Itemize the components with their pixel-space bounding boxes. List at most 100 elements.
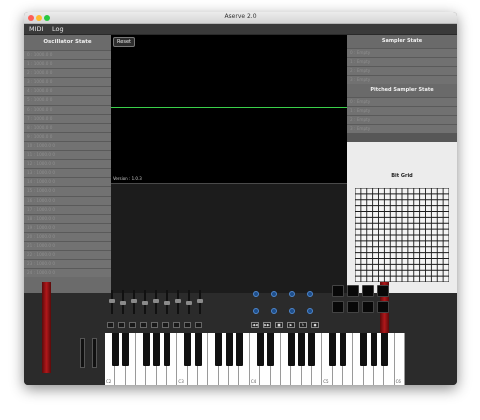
rotary-knob[interactable]: [253, 291, 259, 297]
oscilloscope-display: Reset Version : 1.0.3: [111, 35, 347, 183]
pitched-sampler-state-title: Pitched Sampler State: [347, 84, 457, 97]
rotary-knob[interactable]: [253, 308, 259, 314]
oscillator-row: 3 : 1000.0 0: [24, 77, 111, 87]
fader-handle[interactable]: [164, 301, 170, 305]
piano-black-key[interactable]: [236, 333, 243, 366]
channel-button[interactable]: [107, 322, 114, 328]
channel-button[interactable]: [173, 322, 180, 328]
piano-black-key[interactable]: [329, 333, 336, 366]
transport-button[interactable]: ▶▶: [263, 322, 271, 328]
piano-black-key[interactable]: [287, 333, 295, 366]
piano-black-key[interactable]: [298, 333, 305, 366]
fader-handle[interactable]: [109, 299, 115, 303]
oscillator-row: 22 : 1000.0 0: [24, 250, 111, 260]
visualizer-panel: [111, 183, 347, 294]
fader-handle[interactable]: [186, 301, 192, 305]
piano-black-key[interactable]: [194, 333, 202, 366]
piano-black-key[interactable]: [308, 333, 316, 366]
channel-button[interactable]: [129, 322, 136, 328]
piano-black-key[interactable]: [380, 333, 388, 366]
pitched-sampler-list: 0 : Empty 1 : Empty 2 : Empty 3 : Empty: [347, 97, 457, 133]
drum-pad[interactable]: [347, 285, 359, 297]
drum-pad[interactable]: [362, 301, 374, 313]
piano-black-key[interactable]: [360, 333, 368, 366]
transport-button[interactable]: ↻: [299, 322, 307, 328]
drum-pad[interactable]: [362, 285, 374, 297]
controller-side-panel-left: [42, 282, 51, 373]
fader-handle[interactable]: [175, 299, 181, 303]
fader-handle[interactable]: [142, 301, 148, 305]
channel-button[interactable]: [195, 322, 202, 328]
piano-black-key[interactable]: [256, 333, 264, 366]
bit-grid[interactable]: [355, 188, 449, 282]
piano-black-key[interactable]: [111, 333, 119, 366]
pitched-sampler-row: 1 : Empty: [347, 106, 457, 115]
drum-pad[interactable]: [347, 301, 359, 313]
piano-black-key[interactable]: [122, 333, 130, 366]
piano-black-key[interactable]: [184, 333, 192, 366]
fader-handle[interactable]: [131, 299, 137, 303]
oscillator-row: 24 : 1000.0 0: [24, 268, 111, 278]
octave-label: C5: [323, 379, 329, 384]
oscillator-row: 13 : 1000.0 0: [24, 168, 111, 178]
rotary-knob[interactable]: [271, 308, 277, 314]
piano-black-key[interactable]: [142, 333, 150, 366]
piano-black-key[interactable]: [163, 333, 171, 366]
transport-button[interactable]: ●: [311, 322, 319, 328]
pitch-bend-wheel[interactable]: [80, 338, 85, 368]
piano-white-key[interactable]: [394, 333, 405, 385]
transport-button[interactable]: ◀◀: [251, 322, 259, 328]
piano-black-key[interactable]: [153, 333, 161, 366]
oscillator-row: 19 : 1000.0 0: [24, 222, 111, 232]
oscillator-row: 12 : 1000.0 0: [24, 159, 111, 169]
piano-black-key[interactable]: [225, 333, 233, 366]
transport-button[interactable]: ■: [275, 322, 283, 328]
transport-button[interactable]: ▶: [287, 322, 295, 328]
oscillator-row: 17 : 1000.0 0: [24, 204, 111, 214]
piano-black-key[interactable]: [267, 333, 274, 366]
rotary-knob[interactable]: [307, 291, 313, 297]
drum-pad[interactable]: [332, 301, 344, 313]
fader-handle[interactable]: [197, 299, 203, 303]
rotary-knob[interactable]: [307, 308, 313, 314]
channel-button[interactable]: [118, 322, 125, 328]
piano-black-key[interactable]: [370, 333, 378, 366]
drum-pad[interactable]: [377, 301, 389, 313]
oscillator-row: 7 : 1000.0 0: [24, 113, 111, 123]
fader-handle[interactable]: [120, 301, 126, 305]
drum-pad[interactable]: [332, 285, 344, 297]
menu-midi[interactable]: MIDI: [29, 25, 43, 33]
sampler-state-title: Sampler State: [347, 35, 457, 48]
reset-button[interactable]: Reset: [113, 37, 135, 47]
drum-pad[interactable]: [377, 285, 389, 297]
fader-handle[interactable]: [153, 299, 159, 303]
oscillator-row: 6 : 1000.0 0: [24, 104, 111, 114]
channel-button[interactable]: [140, 322, 147, 328]
pitched-sampler-row: 2 : Empty: [347, 115, 457, 124]
pitched-sampler-row: 3 : Empty: [347, 124, 457, 133]
menu-log[interactable]: Log: [52, 25, 64, 33]
waveform-line: [111, 107, 347, 108]
rotary-knob[interactable]: [289, 308, 295, 314]
version-label: Version : 1.0.3: [113, 176, 142, 181]
sampler-row: 3 : Empty: [347, 75, 457, 84]
title-bar: Aserve 2.0: [24, 12, 457, 24]
oscillator-row: 1 : 1000.0 0: [24, 59, 111, 69]
octave-label: C3: [178, 379, 184, 384]
piano-black-key[interactable]: [339, 333, 347, 366]
menu-bar: MIDI Log: [24, 24, 457, 35]
oscillator-row: 20 : 1000.0 0: [24, 231, 111, 241]
rotary-knob[interactable]: [289, 291, 295, 297]
sampler-list: 0 : Empty 1 : Empty 2 : Empty 3 : Empty: [347, 48, 457, 84]
piano-black-key[interactable]: [215, 333, 223, 366]
channel-button[interactable]: [184, 322, 191, 328]
oscillator-row: 11 : 1000.0 0: [24, 150, 111, 160]
rotary-knob[interactable]: [271, 291, 277, 297]
mod-wheel[interactable]: [92, 338, 97, 368]
channel-button[interactable]: [151, 322, 158, 328]
sampler-panel: Sampler State 0 : Empty 1 : Empty 2 : Empt…: [347, 35, 457, 293]
oscillator-row: 4 : 1000.0 0: [24, 86, 111, 96]
oscillator-list: 0 : 1000.0 01 : 1000.0 02 : 1000.0 03 : …: [24, 50, 111, 278]
window-title: Aserve 2.0: [224, 13, 257, 20]
channel-button[interactable]: [162, 322, 169, 328]
